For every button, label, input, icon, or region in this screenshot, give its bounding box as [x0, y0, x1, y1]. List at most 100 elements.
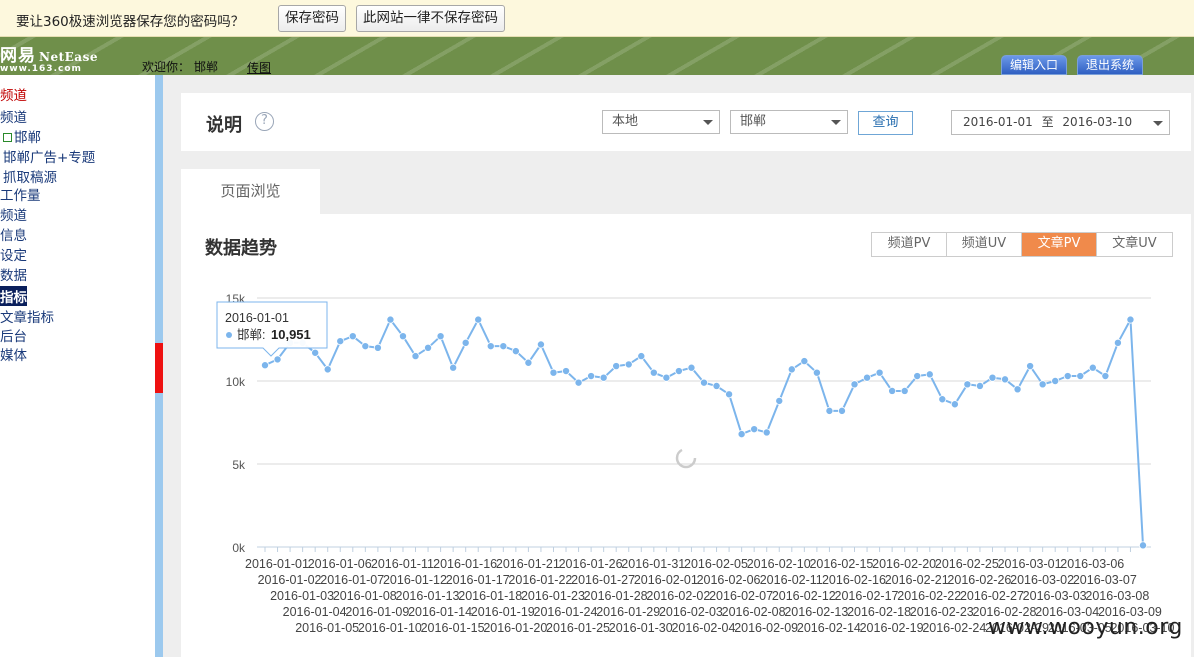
data-point	[1013, 385, 1022, 394]
tab-article-pv[interactable]: 文章PV	[1022, 233, 1097, 256]
data-point	[461, 338, 470, 347]
city-select-value: 邯郸	[740, 114, 767, 129]
x-tick-label: 2016-03-02	[1010, 573, 1074, 587]
data-point	[411, 352, 420, 361]
metric-tabs: 频道PV 频道UV 文章PV 文章UV	[871, 232, 1173, 257]
sidebar-item-label: 工作量	[0, 188, 41, 204]
region-select[interactable]: 本地	[602, 110, 720, 134]
data-point	[800, 357, 809, 366]
data-point	[1026, 362, 1035, 371]
data-point	[850, 380, 859, 389]
sidebar-item-handan-ads[interactable]: 邯郸广告+专题	[0, 146, 95, 166]
question-circle-icon[interactable]: ?	[255, 112, 274, 131]
sidebar-scroll-thumb[interactable]	[155, 343, 163, 393]
data-point	[687, 363, 696, 372]
data-point	[700, 378, 709, 387]
data-point	[649, 368, 658, 377]
sidebar-item-info[interactable]: 信息	[0, 224, 27, 244]
tab-channel-pv[interactable]: 频道PV	[872, 233, 947, 256]
logout-button[interactable]: 退出系统	[1077, 55, 1144, 75]
sidebar-item-media[interactable]: 媒体	[0, 344, 27, 364]
filter-card: 说明 ? 本地 邯郸 查询 2016-01-01 至 2016-03-10	[181, 93, 1191, 151]
tooltip-value: 10,951	[271, 327, 311, 342]
data-point	[750, 425, 759, 434]
data-point	[875, 368, 884, 377]
data-point	[913, 372, 922, 381]
data-point	[1088, 363, 1097, 372]
x-tick-label: 2016-01-10	[358, 621, 422, 635]
data-point	[474, 315, 483, 324]
data-point	[787, 365, 796, 374]
x-tick-label: 2016-02-07	[709, 589, 773, 603]
x-tick-label: 2016-01-17	[446, 573, 510, 587]
x-tick-label: 2016-03-08	[1085, 589, 1149, 603]
x-tick-label: 2016-02-27	[960, 589, 1024, 603]
x-tick-label: 2016-01-16	[433, 557, 497, 571]
never-save-password-button[interactable]: 此网站一律不保存密码	[356, 5, 505, 32]
data-point	[674, 367, 683, 376]
region-select-value: 本地	[612, 114, 639, 129]
sidebar-item-label: 频道	[0, 208, 27, 224]
data-point	[524, 358, 533, 367]
sidebar-item-label: 设定	[0, 248, 27, 264]
sidebar-item-label: 文章指标	[0, 310, 54, 326]
sidebar-item-label: 邯郸广告+专题	[3, 150, 96, 166]
square-icon	[3, 133, 12, 142]
data-point	[486, 342, 495, 351]
data-point	[348, 332, 357, 341]
x-tick-label: 2016-01-20	[483, 621, 547, 635]
x-tick-label: 2016-01-09	[345, 605, 409, 619]
sidebar-item-label: 邯郸	[14, 130, 41, 146]
sidebar-item-channel-3[interactable]: 频道	[0, 204, 27, 224]
data-point	[737, 430, 746, 439]
x-tick-label: 2016-02-03	[659, 605, 723, 619]
data-point	[938, 395, 947, 404]
data-point	[1051, 376, 1060, 385]
x-tick-label: 2016-02-16	[822, 573, 886, 587]
sidebar-item-settings[interactable]: 设定	[0, 244, 27, 264]
sidebar-item-label: 指标	[0, 290, 27, 306]
data-point	[574, 378, 583, 387]
tab-article-uv[interactable]: 文章UV	[1097, 233, 1172, 256]
data-point	[624, 360, 633, 369]
edit-entry-button[interactable]: 编辑入口	[1001, 55, 1068, 75]
logo-english: NetEase	[39, 50, 98, 64]
x-tick-label: 2016-01-31	[621, 557, 685, 571]
sidebar-item-article-metrics[interactable]: 文章指标	[0, 306, 54, 326]
x-tick-label: 2016-01-30	[609, 621, 673, 635]
sidebar-item-label: 频道	[0, 88, 27, 104]
data-point	[925, 370, 934, 379]
x-tick-label: 2016-03-06	[1060, 557, 1124, 571]
query-button[interactable]: 查询	[858, 111, 913, 135]
welcome-label: 欢迎你：	[142, 60, 191, 74]
x-tick-label: 2016-02-20	[872, 557, 936, 571]
data-point	[336, 337, 345, 346]
save-password-button[interactable]: 保存密码	[278, 5, 346, 32]
sidebar-item-channel-2[interactable]: 频道	[0, 106, 27, 126]
data-point	[261, 361, 270, 370]
data-point	[511, 347, 520, 356]
x-tick-label: 2016-01-27	[571, 573, 635, 587]
x-tick-label: 2016-01-13	[396, 589, 460, 603]
sidebar-item-metrics[interactable]: 指标	[0, 286, 27, 306]
x-tick-label: 2016-03-01	[998, 557, 1062, 571]
data-point	[386, 315, 395, 324]
data-point	[499, 342, 508, 351]
city-select[interactable]: 邯郸	[730, 110, 848, 134]
sidebar-item-handan[interactable]: 邯郸	[0, 126, 41, 146]
date-range-picker[interactable]: 2016-01-01 至 2016-03-10	[951, 110, 1170, 135]
sidebar-item-channel[interactable]: 频道	[0, 84, 27, 104]
tooltip-series: 邯郸:	[237, 328, 265, 342]
x-tick-label: 2016-02-08	[722, 605, 786, 619]
sidebar-item-crawl-source[interactable]: 抓取稿源	[0, 166, 57, 186]
x-tick-label: 2016-03-07	[1073, 573, 1137, 587]
header-link[interactable]: 传图	[247, 59, 271, 76]
sidebar-item-backend[interactable]: 后台	[0, 325, 27, 345]
sidebar-item-data[interactable]: 数据	[0, 264, 27, 284]
x-tick-label: 2016-02-13	[784, 605, 848, 619]
tab-page-views[interactable]: 页面浏览	[181, 169, 320, 214]
sidebar-item-workload[interactable]: 工作量	[0, 184, 41, 204]
x-tick-label: 2016-01-28	[584, 589, 648, 603]
x-tick-label: 2016-01-22	[508, 573, 572, 587]
tab-channel-uv[interactable]: 频道UV	[947, 233, 1022, 256]
